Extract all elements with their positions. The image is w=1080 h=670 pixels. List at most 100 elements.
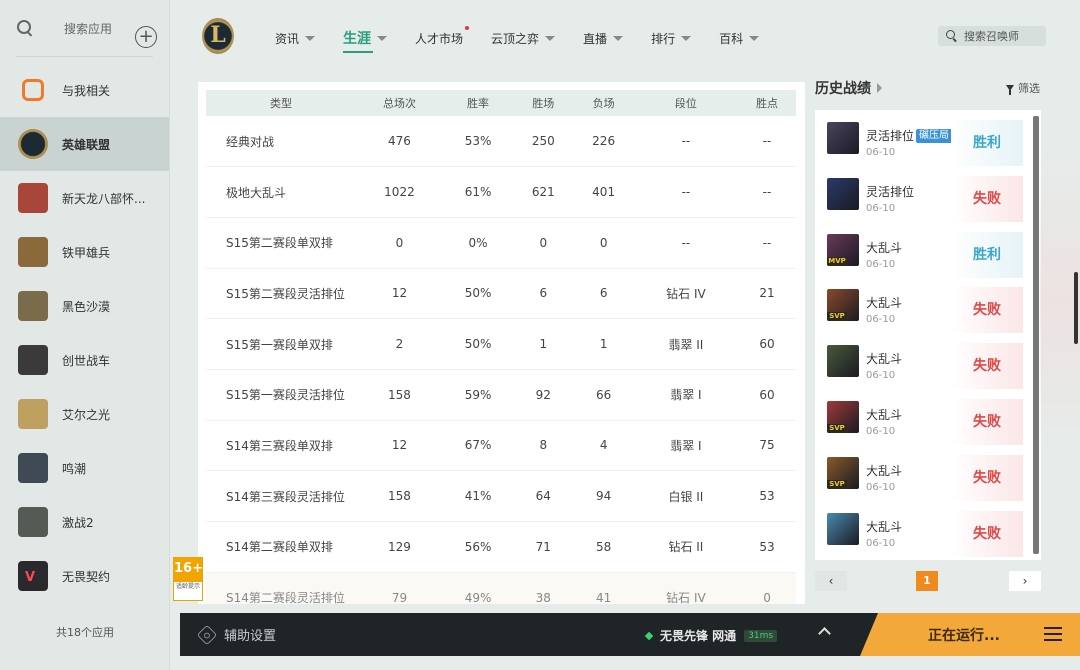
sidebar-item[interactable]: V 无畏契约 — [0, 549, 169, 603]
running-status-button[interactable]: 正在运行... — [860, 613, 1080, 656]
table-cell: 8 — [513, 420, 574, 472]
sidebar-item[interactable]: 创世战车 — [0, 333, 169, 387]
table-cell: -- — [633, 116, 739, 168]
table-cell: 0% — [442, 217, 514, 269]
table-row[interactable]: 极地大乱斗 1022 61% 621 401 -- -- — [206, 166, 796, 218]
table-row[interactable]: 经典对战 476 53% 250 226 -- -- — [206, 116, 796, 168]
table-cell: -- — [633, 217, 739, 269]
table-cell: 2 — [356, 318, 443, 370]
match-date: 06-10 — [866, 426, 896, 437]
table-cell: 129 — [356, 521, 443, 573]
table-cell: 翡翠 I — [633, 369, 739, 421]
mvp-badge: SVP — [827, 479, 847, 489]
table-row[interactable]: S15第二赛段单双排 0 0% 0 0 -- -- — [206, 217, 796, 269]
table-cell: S14第三赛段单双排 — [206, 420, 356, 472]
column-header: 总场次 — [356, 90, 443, 116]
table-row[interactable]: S14第二赛段单双排 129 56% 71 58 钻石 II 53 — [206, 521, 796, 573]
match-item[interactable]: 灵活排位 碾压局 06-10 胜利 — [815, 114, 1031, 166]
filter-icon — [1006, 85, 1014, 95]
table-cell: 59% — [442, 369, 514, 421]
sidebar-item[interactable]: 与我相关 — [0, 63, 169, 117]
match-item[interactable]: 大乱斗 06-10 失败 — [815, 505, 1031, 557]
match-item[interactable]: 大乱斗 06-10 失败 — [815, 337, 1031, 390]
champion-avatar: MVP — [827, 233, 859, 266]
prev-page-button[interactable]: ‹ — [815, 571, 847, 591]
lol-logo-icon[interactable]: L — [202, 18, 234, 54]
assist-settings-button[interactable]: 辅助设置 — [196, 624, 276, 645]
table-cell: 66 — [573, 369, 634, 421]
mvp-badge: SVP — [827, 312, 847, 322]
summoner-search-input[interactable]: 搜索召唤师 — [938, 26, 1046, 46]
table-cell: 钻石 II — [633, 521, 739, 573]
notification-dot — [465, 26, 470, 30]
column-header: 负场 — [573, 90, 634, 116]
match-item[interactable]: SVP 大乱斗 06-10 失败 — [815, 281, 1031, 334]
app-search-label: 搜索应用 — [64, 21, 113, 36]
table-row[interactable]: S14第三赛段灵活排位 158 41% 64 94 白银 II 53 — [206, 470, 796, 522]
nav-tab[interactable]: 百科 — [719, 28, 760, 48]
page-number-current[interactable]: 1 — [916, 571, 938, 591]
sidebar-item[interactable]: 新天龙八部怀... — [0, 171, 169, 225]
filter-button[interactable]: 筛选 — [1006, 80, 1040, 96]
match-item[interactable]: SVP 大乱斗 06-10 失败 — [815, 449, 1031, 501]
nav-tab[interactable]: 人才市场 — [415, 26, 470, 48]
elsword-icon — [18, 399, 48, 429]
column-header: 段位 — [633, 90, 739, 116]
column-header: 类型 — [206, 90, 356, 116]
sidebar-item[interactable]: 激战2 — [0, 495, 169, 549]
sidebar-item[interactable]: 鸣潮 — [0, 441, 169, 495]
table-row[interactable]: S15第一赛段单双排 2 50% 1 1 翡翠 II 60 — [206, 318, 796, 370]
match-item[interactable]: MVP 大乱斗 06-10 胜利 — [815, 226, 1031, 278]
table-cell: -- — [633, 166, 739, 218]
chevron-right-icon — [877, 83, 882, 93]
table-cell: 12 — [356, 420, 443, 472]
settings-icon — [196, 624, 218, 645]
nav-tab[interactable]: 云顶之弈 — [491, 28, 556, 48]
match-item[interactable]: 灵活排位 06-10 失败 — [815, 170, 1031, 222]
match-mode-label: 大乱斗 — [866, 463, 903, 478]
table-row[interactable]: S15第二赛段灵活排位 12 50% 6 6 钻石 IV 21 — [206, 268, 796, 320]
table-row[interactable]: S14第三赛段单双排 12 67% 8 4 翡翠 I 75 — [206, 420, 796, 472]
top-nav: L 资讯 生涯 人才市场 云顶之弈 直播 排行 百科 搜索召唤师 — [170, 0, 1080, 72]
table-cell: 4 — [573, 420, 634, 472]
page-scrollbar[interactable] — [1074, 272, 1078, 344]
table-cell: 56% — [442, 521, 514, 573]
table-cell: 经典对战 — [206, 116, 356, 168]
column-header: 胜场 — [513, 90, 574, 116]
sidebar-item[interactable]: 黑色沙漠 — [0, 279, 169, 333]
table-cell: 6 — [573, 268, 634, 320]
nav-tab[interactable]: 直播 — [583, 28, 624, 48]
sidebar-item[interactable]: 英雄联盟 — [0, 117, 169, 171]
next-page-button[interactable]: › — [1009, 571, 1041, 591]
table-row[interactable]: S14第二赛段灵活排位 79 49% 38 41 钻石 IV 0 — [206, 572, 796, 604]
sidebar-item[interactable]: 艾尔之光 — [0, 387, 169, 441]
add-app-icon[interactable]: + — [135, 26, 157, 48]
tianlong-icon — [18, 183, 48, 213]
menu-icon[interactable] — [1044, 627, 1062, 641]
history-pager: ‹ 1 › — [815, 571, 1041, 591]
caret-down-icon — [545, 35, 556, 41]
match-result: 失败 — [951, 287, 1023, 334]
history-scrollbar[interactable] — [1033, 116, 1039, 554]
app-search[interactable]: 搜索应用 + — [0, 0, 169, 56]
table-cell: 0 — [738, 572, 796, 604]
table-row[interactable]: S15第一赛段灵活排位 158 59% 92 66 翡翠 I 60 — [206, 369, 796, 421]
network-status[interactable]: 无畏先锋 网通 31ms — [644, 627, 778, 644]
table-cell: 226 — [573, 116, 634, 168]
nav-tab[interactable]: 生涯 — [343, 28, 388, 53]
table-cell: 41 — [573, 572, 634, 604]
column-header: 胜点 — [738, 90, 796, 116]
table-cell: 60 — [738, 318, 796, 370]
match-result: 失败 — [951, 399, 1023, 445]
nav-tab[interactable]: 资讯 — [275, 28, 316, 48]
match-history-title[interactable]: 历史战绩 — [815, 78, 882, 98]
table-cell: 61% — [442, 166, 514, 218]
nav-tab[interactable]: 排行 — [651, 28, 692, 48]
match-mode: 大乱斗 — [866, 518, 902, 535]
sidebar-item[interactable]: 铁甲雄兵 — [0, 225, 169, 279]
match-result: 失败 — [951, 510, 1023, 557]
history-scrollbar-thumb[interactable] — [1033, 116, 1039, 554]
chevron-up-icon[interactable] — [818, 627, 831, 640]
sidebar-item-label: 激战2 — [62, 515, 94, 530]
match-item[interactable]: SVP 大乱斗 06-10 失败 — [815, 393, 1031, 445]
